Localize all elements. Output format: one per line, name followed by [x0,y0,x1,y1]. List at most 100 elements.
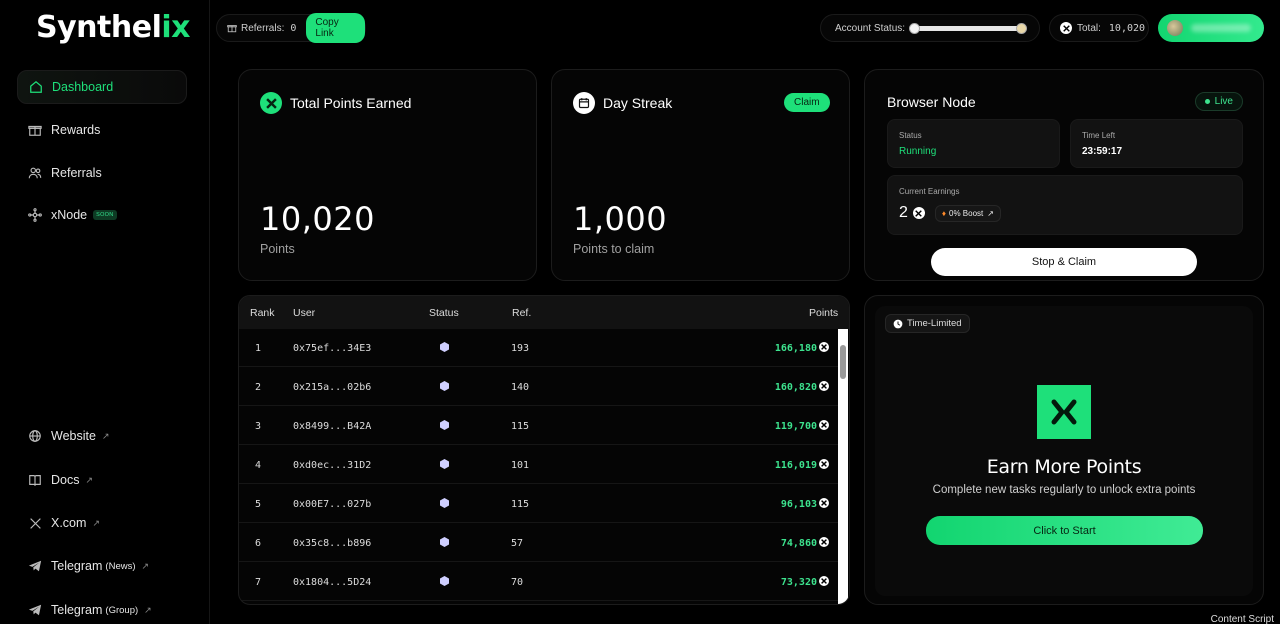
slider-end-knob[interactable] [1016,22,1028,34]
table-row[interactable]: 6 0x35c8...b896 57 74,860 [239,524,839,562]
x-coin-icon [1060,22,1072,34]
earnings-value: 2 [899,204,908,221]
table-row[interactable]: 2 0x215a...02b6 140 160,820 [239,368,839,406]
rank-cell: 4 [255,460,262,471]
referrals-count: 0 [290,22,297,34]
total-points-card: Total Points Earned 10,020 Points [238,69,537,281]
sidebar-link-telegram-group[interactable]: Telegram (Group) ↗ [17,593,187,624]
status-hex-icon [440,537,449,550]
click-to-start-button[interactable]: Click to Start [926,516,1203,545]
table-row[interactable]: 1 0x75ef...34E3 193 166,180 [239,329,839,367]
ref-cell: 140 [511,382,530,393]
time-left-box: Time Left 23:59:17 [1070,119,1243,168]
table-row[interactable]: 7 0x1804...5D24 70 73,320 [239,563,839,601]
status-hex-icon [440,576,449,589]
referrals-pill: Referrals: 0 Copy Link [216,13,366,43]
ref-cell: 115 [511,421,530,432]
slider-start-knob[interactable] [909,22,921,34]
total-value: 10,020 [1108,22,1146,34]
user-cell: 0x1804...5D24 [293,577,372,588]
flame-icon: ♦ [941,208,946,218]
user-cell: 0x75ef...34E3 [293,343,372,354]
day-streak-value: 1,000 [573,200,668,238]
brand-logo[interactable]: Synthelix [36,10,190,45]
status-box: Status Running [887,119,1060,168]
home-icon [28,79,44,95]
clock-icon [893,319,903,329]
external-link-icon: ↗ [101,430,110,441]
account-status-pill: Account Status: [820,14,1040,42]
points-cell: 160,820 [774,382,817,393]
x-coin-icon [815,576,829,587]
promo-inner: Time-Limited Earn More Points Complete n… [875,306,1253,596]
soon-badge: SOON [93,210,117,220]
table-scrollbar[interactable] [838,329,848,604]
x-coin-icon [815,342,829,353]
sidebar-link-xcom[interactable]: X.com ↗ [17,506,187,540]
points-cell: 74,860 [780,538,817,549]
sidebar-item-referrals[interactable]: Referrals [17,156,187,190]
table-row[interactable]: 4 0xd0ec...31D2 101 116,019 [239,446,839,484]
rank-cell: 5 [255,499,262,510]
sidebar-item-rewards[interactable]: Rewards [17,113,187,147]
promo-title: Earn More Points [986,456,1142,478]
globe-icon [27,428,43,444]
user-cell: 0x35c8...b896 [293,538,372,549]
external-link-icon: ↗ [987,208,994,218]
telegram-icon [27,602,43,618]
avatar [1167,20,1183,36]
sidebar: Synthelix Dashboard Rewards Referrals xN… [0,0,210,624]
ref-cell: 193 [511,343,530,354]
ref-cell: 70 [511,577,524,588]
x-coin-icon [815,498,829,509]
status-hex-icon [440,420,449,433]
rank-cell: 3 [255,421,262,432]
ref-cell: 115 [511,499,530,510]
content-script-label: Content Script [1210,614,1274,624]
account-status-slider[interactable] [909,22,1028,34]
x-coin-icon [815,459,829,470]
points-cell: 116,019 [774,460,817,471]
copy-link-button[interactable]: Copy Link [306,13,365,43]
user-cell: 0x8499...B42A [293,421,372,432]
external-link-icon: ↗ [92,517,100,528]
user-account-button[interactable] [1158,14,1264,42]
live-badge: Live [1194,92,1243,111]
sidebar-link-telegram-news[interactable]: Telegram (News) ↗ [17,549,187,583]
gift-icon [27,122,43,138]
browser-node-card: Browser Node Live Status Running Time Le… [864,69,1264,281]
table-header: Rank User Status Ref. Points [239,296,849,329]
total-points-sub: Points [260,242,295,256]
total-pill: Total: 10,020 [1049,14,1149,42]
telegram-icon [27,558,43,574]
scroll-thumb[interactable] [840,345,846,379]
claim-button[interactable]: Claim [784,93,830,112]
user-cell: 0x215a...02b6 [293,382,372,393]
sidebar-link-docs[interactable]: Docs ↗ [17,463,187,497]
x-logo-icon [1037,385,1091,439]
wallet-address-redacted [1191,24,1251,32]
user-cell: 0xd0ec...31D2 [293,460,372,471]
table-row[interactable]: 5 0x00E7...027b 115 96,103 [239,485,839,523]
node-icon [27,207,43,223]
external-link-icon: ↗ [85,474,94,485]
x-logo-icon [27,515,43,531]
day-streak-sub: Points to claim [573,242,655,256]
promo-card: Time-Limited Earn More Points Complete n… [864,295,1264,605]
stop-claim-button[interactable]: Stop & Claim [931,248,1197,276]
day-streak-card: Day Streak Claim 1,000 Points to claim [551,69,850,281]
sidebar-item-dashboard[interactable]: Dashboard [17,70,187,104]
ref-cell: 57 [511,538,524,549]
boost-badge[interactable]: ♦ 0% Boost ↗ [934,204,1001,222]
points-cell: 96,103 [780,499,817,510]
table-row[interactable]: 3 0x8499...B42A 115 119,700 [239,407,839,445]
user-cell: 0x00E7...027b [293,499,372,510]
status-hex-icon [440,342,449,355]
card-title: Day Streak [573,92,672,114]
points-cell: 166,180 [774,343,817,354]
sidebar-item-xnode[interactable]: xNode SOON [17,198,187,232]
sidebar-link-website[interactable]: Website ↗ [17,419,187,453]
live-dot-icon [1204,99,1210,104]
ref-cell: 101 [511,460,530,471]
calendar-icon [573,92,595,114]
